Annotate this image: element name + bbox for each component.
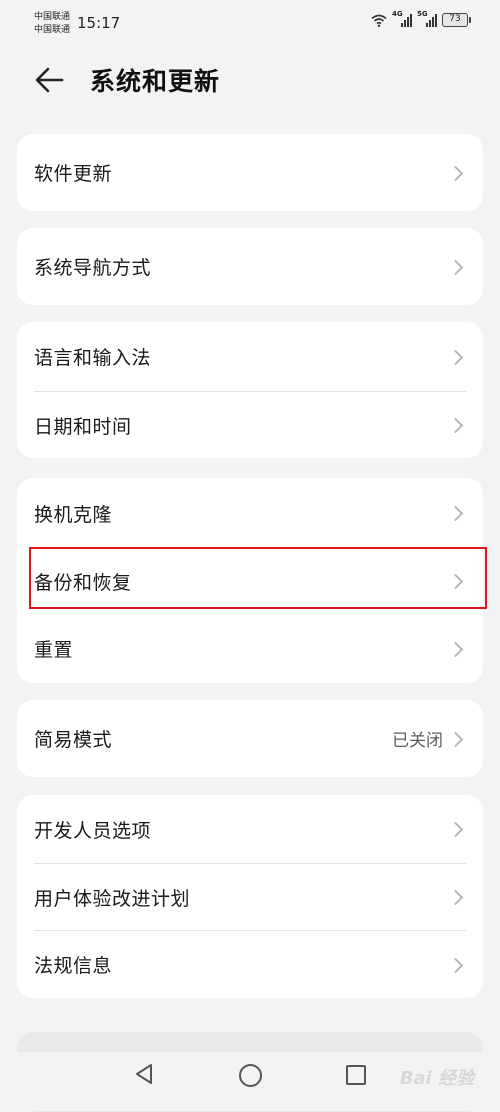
chevron-right-icon [447, 957, 464, 973]
item-label: 开发人员选项 [34, 819, 152, 842]
chevron-right-icon [447, 641, 464, 657]
item-label: 法规信息 [34, 955, 113, 977]
settings-card-update: 软件更新 [17, 134, 483, 211]
circle-home-icon[interactable] [239, 1064, 262, 1087]
item-label: 换机克隆 [34, 503, 113, 526]
list-item-regulatory-info[interactable]: 法规信息 [17, 931, 483, 998]
settings-card-developer: 开发人员选项 用户体验改进计划 法规信息 [17, 795, 483, 998]
item-label: 重置 [34, 639, 74, 661]
chevron-right-icon [447, 259, 464, 275]
watermark: Bai 经验 [399, 1068, 474, 1089]
battery-icon: 73 [442, 13, 471, 27]
chevron-right-icon [447, 889, 464, 906]
item-label: 系统导航方式 [34, 257, 152, 279]
signal-icon-sim2: 5G [417, 10, 437, 27]
network-type-1: 4G [392, 10, 403, 18]
page-title: 系统和更新 [90, 67, 221, 96]
chevron-right-icon [447, 165, 464, 181]
item-label: 简易模式 [34, 729, 113, 751]
list-item-developer-options[interactable]: 开发人员选项 [17, 795, 483, 863]
list-item-phone-clone[interactable]: 换机克隆 [17, 478, 483, 548]
clock: 15:17 [77, 14, 121, 32]
highlight-box [29, 547, 487, 609]
carrier-info: 中国联通 中国联通 [34, 11, 70, 37]
settings-card-language: 语言和输入法 日期和时间 [17, 322, 483, 458]
status-bar: 中国联通 中国联通 15:17 4G 5G 73 [0, 0, 500, 48]
item-label: 日期和时间 [34, 415, 132, 438]
item-label: 软件更新 [34, 163, 113, 185]
square-recents-icon[interactable] [346, 1065, 366, 1085]
settings-card-navigation: 系统导航方式 [17, 228, 483, 305]
list-item-language-input[interactable]: 语言和输入法 [17, 322, 483, 391]
chevron-right-icon [447, 417, 464, 434]
list-item-date-time[interactable]: 日期和时间 [17, 392, 483, 458]
wifi-icon [371, 14, 387, 27]
list-item-user-experience[interactable]: 用户体验改进计划 [17, 864, 483, 930]
list-item-system-navigation[interactable]: 系统导航方式 [17, 228, 483, 305]
carrier-2: 中国联通 [34, 25, 71, 35]
page-header: 系统和更新 [0, 52, 500, 108]
status-icons: 4G 5G 73 [371, 10, 471, 27]
chevron-right-icon [447, 349, 464, 365]
carrier-1: 中国联通 [34, 12, 71, 22]
chevron-right-icon [447, 731, 464, 747]
settings-card-simple-mode: 简易模式 已关闭 [17, 700, 483, 777]
back-button[interactable] [34, 65, 66, 95]
list-item-simple-mode[interactable]: 简易模式 已关闭 [17, 700, 483, 777]
list-item-reset[interactable]: 重置 [17, 614, 483, 683]
list-item-software-update[interactable]: 软件更新 [17, 134, 483, 211]
chevron-right-icon [447, 821, 464, 838]
network-type-2: 5G [417, 10, 428, 18]
arrow-left-icon [35, 67, 64, 93]
navigation-bar: Bai 经验 [0, 1052, 500, 1111]
triangle-back-icon[interactable] [133, 1063, 155, 1085]
item-label: 用户体验改进计划 [34, 887, 191, 910]
chevron-right-icon [447, 505, 464, 522]
signal-icon-sim1: 4G [392, 10, 412, 27]
item-label: 语言和输入法 [34, 347, 152, 369]
item-status-value: 已关闭 [392, 731, 443, 751]
